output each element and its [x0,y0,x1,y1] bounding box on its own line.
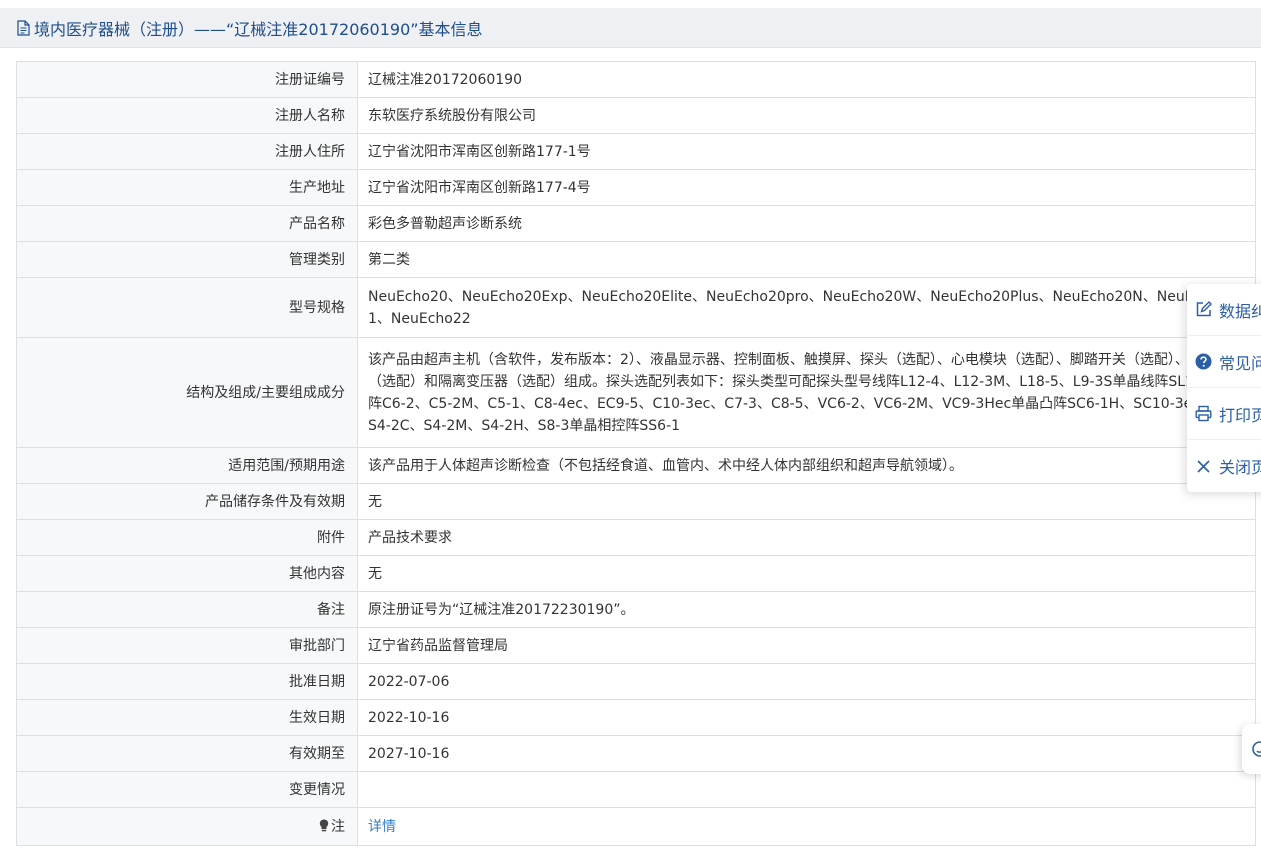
row-label: 变更情况 [16,771,358,808]
table-row: 注 详情 [16,807,1256,846]
row-value: 无 [357,483,1256,520]
row-label: 注册人名称 [16,97,358,134]
row-value: NeuEcho20、NeuEcho20Exp、NeuEcho20Elite、Ne… [357,277,1256,338]
row-label: 注 [331,818,345,835]
row-value: 详情 [357,807,1256,846]
row-value: 2027-10-16 [357,735,1256,772]
row-label: 审批部门 [16,627,358,664]
registration-info-table: 注册证编号 辽械注准20172060190 注册人名称 东软医疗系统股份有限公司… [16,61,1256,846]
row-value [357,771,1256,808]
table-row: 变更情况 [16,771,1256,808]
table-row: 有效期至 2027-10-16 [16,735,1256,772]
table-row: 适用范围/预期用途 该产品用于人体超声诊断检查（不包括经食道、血管内、术中经人体… [16,447,1256,484]
row-value: 第二类 [357,241,1256,278]
row-value: 产品技术要求 [357,519,1256,556]
row-label: 产品名称 [16,205,358,242]
table-row: 注册证编号 辽械注准20172060190 [16,61,1256,98]
page-title-bar: 境内医疗器械（注册）——“辽械注准20172060190”基本信息 [0,8,1261,48]
table-row: 其他内容 无 [16,555,1256,592]
row-value: 该产品由超声主机（含软件，发布版本：2）、液晶显示器、控制面板、触摸屏、探头（选… [357,337,1256,448]
chat-icon [1252,741,1261,757]
table-row: 批准日期 2022-07-06 [16,663,1256,700]
floating-action-menu: 数据纠错 常见问题 打印页面 关闭页面 [1187,284,1261,492]
table-row: 注册人名称 东软医疗系统股份有限公司 [16,97,1256,134]
data-correction-button[interactable]: 数据纠错 [1187,284,1261,336]
side-tool-button[interactable] [1242,724,1261,774]
row-label: 适用范围/预期用途 [16,447,358,484]
table-row: 生效日期 2022-10-16 [16,699,1256,736]
row-value: 辽宁省沈阳市浑南区创新路177-1号 [357,133,1256,170]
row-label: 注册人住所 [16,133,358,170]
menu-item-label: 常见问题 [1219,353,1261,373]
row-value: 无 [357,555,1256,592]
close-icon [1197,459,1210,473]
row-label: 其他内容 [16,555,358,592]
print-button[interactable]: 打印页面 [1187,388,1261,440]
table-row: 产品储存条件及有效期 无 [16,483,1256,520]
row-label-note: 注 [16,807,358,846]
details-link[interactable]: 详情 [368,819,396,835]
table-row: 附件 产品技术要求 [16,519,1256,556]
printer-icon [1195,405,1212,422]
row-label: 注册证编号 [16,61,358,98]
row-label: 附件 [16,519,358,556]
row-label: 有效期至 [16,735,358,772]
table-row: 备注 原注册证号为“辽械注准20172230190”。 [16,591,1256,628]
row-value: 2022-10-16 [357,699,1256,736]
table-row: 注册人住所 辽宁省沈阳市浑南区创新路177-1号 [16,133,1256,170]
row-value: 辽械注准20172060190 [357,61,1256,98]
row-value: 东软医疗系统股份有限公司 [357,97,1256,134]
table-row: 审批部门 辽宁省药品监督管理局 [16,627,1256,664]
row-label: 结构及组成/主要组成成分 [16,337,358,448]
row-label: 管理类别 [16,241,358,278]
page-title: 境内医疗器械（注册）——“辽械注准20172060190”基本信息 [34,19,483,39]
row-value: 该产品用于人体超声诊断检查（不包括经食道、血管内、术中经人体内部组织和超声导航领… [357,447,1256,484]
menu-item-label: 数据纠错 [1219,301,1261,321]
table-row: 型号规格 NeuEcho20、NeuEcho20Exp、NeuEcho20Eli… [16,277,1256,338]
row-value: 彩色多普勒超声诊断系统 [357,205,1256,242]
row-label: 产品储存条件及有效期 [16,483,358,520]
faq-button[interactable]: 常见问题 [1187,336,1261,388]
row-value: 2022-07-06 [357,663,1256,700]
row-label: 生效日期 [16,699,358,736]
row-label: 生产地址 [16,169,358,206]
table-row: 生产地址 辽宁省沈阳市浑南区创新路177-4号 [16,169,1256,206]
document-icon [17,19,30,36]
menu-item-label: 关闭页面 [1219,458,1261,477]
row-label: 批准日期 [16,663,358,700]
row-value: 辽宁省沈阳市浑南区创新路177-4号 [357,169,1256,206]
help-circle-icon [1195,353,1212,370]
row-label: 型号规格 [16,277,358,338]
lightbulb-icon [319,819,329,831]
menu-item-label: 打印页面 [1219,405,1261,425]
row-value: 原注册证号为“辽械注准20172230190”。 [357,591,1256,628]
edit-icon [1196,301,1212,317]
table-row: 产品名称 彩色多普勒超声诊断系统 [16,205,1256,242]
table-row: 管理类别 第二类 [16,241,1256,278]
table-row: 结构及组成/主要组成成分 该产品由超声主机（含软件，发布版本：2）、液晶显示器、… [16,337,1256,448]
close-page-button[interactable]: 关闭页面 [1187,440,1261,492]
row-value: 辽宁省药品监督管理局 [357,627,1256,664]
row-label: 备注 [16,591,358,628]
